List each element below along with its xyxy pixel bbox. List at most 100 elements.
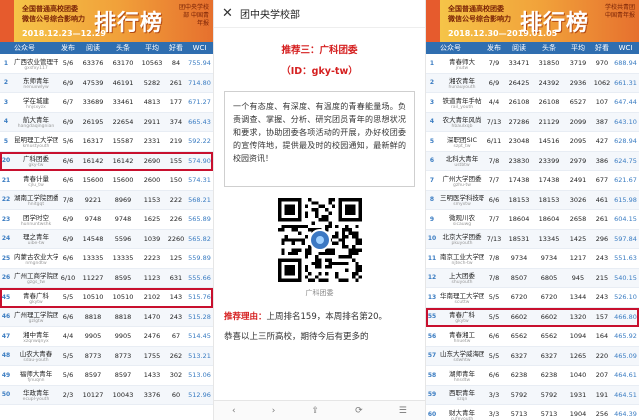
account-name: 山农大青春: [19, 350, 53, 359]
table-row[interactable]: 9 微观川农 sicauwg 7/7 18604 18604 2658 261 604.15: [426, 210, 639, 230]
qr-code[interactable]: [277, 198, 362, 282]
table-row[interactable]: 49 福师大青年 fjnuqnn 5/6 8597 8597 1433 302 513.06: [0, 366, 213, 386]
table-row[interactable]: 3 铁道青年手帖 rail_youth 4/4 26108 26108 6527 107 647…: [426, 93, 639, 113]
account-name-cell: 湘农青年 hunauyouth: [438, 75, 484, 90]
table-row[interactable]: 23 团学时空 hunnuntwshk 6/9 9748 9748 1625 226 565.8…: [0, 210, 213, 230]
table-row[interactable]: 25内蒙古农业大学团委nmgndtw 6/6 13335 13335 2223 125 55…: [0, 249, 213, 269]
average-count: 5282: [143, 78, 161, 87]
table-row[interactable]: 12 上大团委 shuyouth 7/8 8507 6805 945 215 540.15: [426, 268, 639, 288]
table-row[interactable]: 46广州理工学院团委gzlgtw 6/6 8818 8818 1470 243 515.28: [0, 307, 213, 327]
table-row[interactable]: 8三明医学科技职业学院团委smyxtw6/6181531815330264616…: [426, 190, 639, 210]
table-row[interactable]: 7 广州大学团委 gzhu-tw 7/7 17438 17438 2491 677 621.67: [426, 171, 639, 191]
average-count: 1123: [143, 273, 161, 282]
col-average: 平均: [571, 44, 585, 52]
publish-count: 7/7: [488, 176, 500, 185]
table-row[interactable]: 5 深职团SIC szpt_tw 6/11 23048 14516 2095 427 628.9…: [426, 132, 639, 152]
publish-count: 5/5: [488, 351, 500, 360]
table-row[interactable]: 2 湘农青年 hunauyouth 6/9 26425 24392 2936 1062 661.…: [426, 73, 639, 93]
rank-number: 58: [427, 371, 437, 379]
table-row[interactable]: 22 湖南工学院团委 hnitgqt 7/8 9221 8969 1153 222 568.21: [0, 190, 213, 210]
publish-count: 7/13: [486, 234, 502, 243]
headline-count: 14516: [538, 137, 560, 146]
publish-count: 6/9: [62, 215, 74, 224]
read-count: 6327: [510, 351, 528, 360]
account-id: hangdaqingnian: [17, 124, 55, 130]
table-row-highlighted[interactable]: 20 广科团委 gky-tw 6/6 16142 16142 2690 155 574.90: [0, 151, 213, 171]
rank-number: 59: [427, 391, 437, 399]
account-id: njtech-tw: [451, 260, 473, 266]
average-count: 2911: [143, 117, 161, 126]
table-row[interactable]: 24 理之青年 uibe-tw 6/9 14548 5596 1039 2260 565.82: [0, 229, 213, 249]
table-row[interactable]: 4 航大青年 hangdaqingnian 6/9 26195 22654 2911 374 6…: [0, 112, 213, 132]
account-id: gkytw: [29, 299, 43, 305]
account-id: xzqnwqnyx: [23, 338, 49, 344]
table-row-highlighted[interactable]: 55 青春广科 gkytw 5/5 6602 6602 1320 157 466.80: [426, 307, 639, 327]
headline-count: 10043: [112, 390, 134, 399]
account-name-cell: 深职团SIC szpt_tw: [438, 134, 484, 149]
account-name-cell: 华政青年 ecupl-youth: [12, 387, 58, 402]
banner-decoration: [426, 0, 440, 42]
table-row[interactable]: 1 青春师大 jnutw 7/9 33471 31850 3719 970 688.94: [426, 54, 639, 74]
headline-count: 8773: [114, 351, 132, 360]
back-icon[interactable]: ‹: [232, 406, 236, 416]
publish-count: 2/3: [62, 390, 74, 399]
account-name: 青春计量: [23, 174, 49, 183]
table-row[interactable]: 58 湖师青年 hnsdtw 6/6 6238 6238 1040 207 464.61: [426, 366, 639, 386]
read-count: 10127: [82, 390, 104, 399]
col-headline: 头条: [116, 44, 130, 52]
publish-count: 5/5: [488, 312, 500, 321]
table-row[interactable]: 50 华政青年 ecupl-youth 2/3 10127 10043 3376 60 512.…: [0, 385, 213, 405]
table-row[interactable]: 4 农大青年风尚 hbaulxqb 7/13 27286 21129 2099 387 643.…: [426, 112, 639, 132]
forward-icon[interactable]: ›: [272, 406, 276, 416]
headline-count: 5792: [540, 390, 558, 399]
table-row[interactable]: 2 东师青年 nenuxwlyw 6/9 47539 46191 5282 261 714.80: [0, 73, 213, 93]
table-row[interactable]: 21 青春计量 cjlu_tw 6/6 15600 15600 2600 150 574.31: [0, 171, 213, 191]
table-row[interactable]: 13华南理工大学团委scuttw 5/5 6720 6720 1344 243 526.10: [426, 288, 639, 308]
refresh-icon[interactable]: ⟳: [355, 406, 363, 416]
table-row[interactable]: 1广西农业管理干部学院gxsfxy1175/663376631701056384…: [0, 54, 213, 74]
table-header: 公众号 发布 阅读 头条 平均 好看 WCI: [426, 42, 639, 54]
wci-score: 604.15: [614, 215, 637, 224]
table-row[interactable]: 59 西职青年 xzqn 3/3 5792 5792 1931 191 464.51: [426, 385, 639, 405]
table-row[interactable]: 57山东大学威海团委sdwhtw 5/5 6327 6327 1265 220 465.09: [426, 346, 639, 366]
account-id: shuyouth: [451, 280, 473, 286]
average-count: 1433: [143, 371, 161, 380]
col-account: 公众号: [14, 44, 35, 52]
like-count: 107: [595, 98, 609, 107]
wci-score: 555.66: [188, 273, 211, 282]
publish-count: 6/9: [62, 78, 74, 87]
table-row[interactable]: 56 青春湘工 hnuetw 6/6 6562 6562 1094 164 465.92: [426, 327, 639, 347]
table-row[interactable]: 3 学在城建 hnjsxyzx 6/7 33689 33461 4813 177 671.27: [0, 93, 213, 113]
table-row[interactable]: 47 湘中青年 xzqnwqnyx 4/4 9905 9905 2476 67 514.45: [0, 327, 213, 347]
table-row[interactable]: 5昆明理工大学团委kmustyouth5/6163171558723312195…: [0, 132, 213, 152]
table-row[interactable]: 6 北科大青年 ustbtw 7/8 23830 23399 2979 386 624.75: [426, 151, 639, 171]
table-row[interactable]: 48 山农大青春 sdau-youth 5/5 8773 8773 1755 262 513.2…: [0, 346, 213, 366]
like-count: 374: [169, 117, 183, 126]
headline-count: 6720: [540, 293, 558, 302]
account-name: 上大团委: [449, 272, 475, 281]
table-row-highlighted[interactable]: 45 青春广科 gkytw 5/5 10510 10510 2102 143 515.76: [0, 288, 213, 308]
headline-count: 46191: [112, 78, 134, 87]
table-row[interactable]: 11南京工业大学团委njtech-tw 7/8 9734 9734 1217 243 551…: [426, 249, 639, 269]
col-read: 阅读: [86, 44, 100, 52]
share-icon[interactable]: ⇪: [311, 406, 319, 416]
wci-score: 621.67: [614, 176, 637, 185]
col-publish: 发布: [61, 44, 75, 52]
headline-count: 9905: [114, 332, 132, 341]
banner-line1: 全国普通高校团委: [448, 5, 504, 13]
menu-icon[interactable]: ☰: [399, 406, 407, 416]
table-row[interactable]: 10 北京大学团委 pkuyouth 7/13 18531 13345 1425 296 597…: [426, 229, 639, 249]
headline-count: 18604: [538, 215, 560, 224]
close-icon[interactable]: ✕: [222, 6, 240, 21]
table-row[interactable]: 60 财大青年 cufeyouth 3/3 5713 5713 1904 256 464.39: [426, 405, 639, 420]
average-count: 2331: [143, 137, 161, 146]
wci-score: 465.92: [614, 332, 637, 341]
table-row[interactable]: 26广州工商学院团委gzgs_tw6/101122785951123631555…: [0, 268, 213, 288]
account-name-cell: 广科团委 gky-tw: [12, 153, 58, 168]
rank-number: 50: [1, 391, 11, 399]
read-count: 5713: [510, 410, 528, 419]
col-headline: 头条: [542, 44, 556, 52]
average-count: 1094: [569, 332, 587, 341]
account-name: 广州大学团委: [442, 174, 482, 183]
average-count: 6527: [569, 98, 587, 107]
